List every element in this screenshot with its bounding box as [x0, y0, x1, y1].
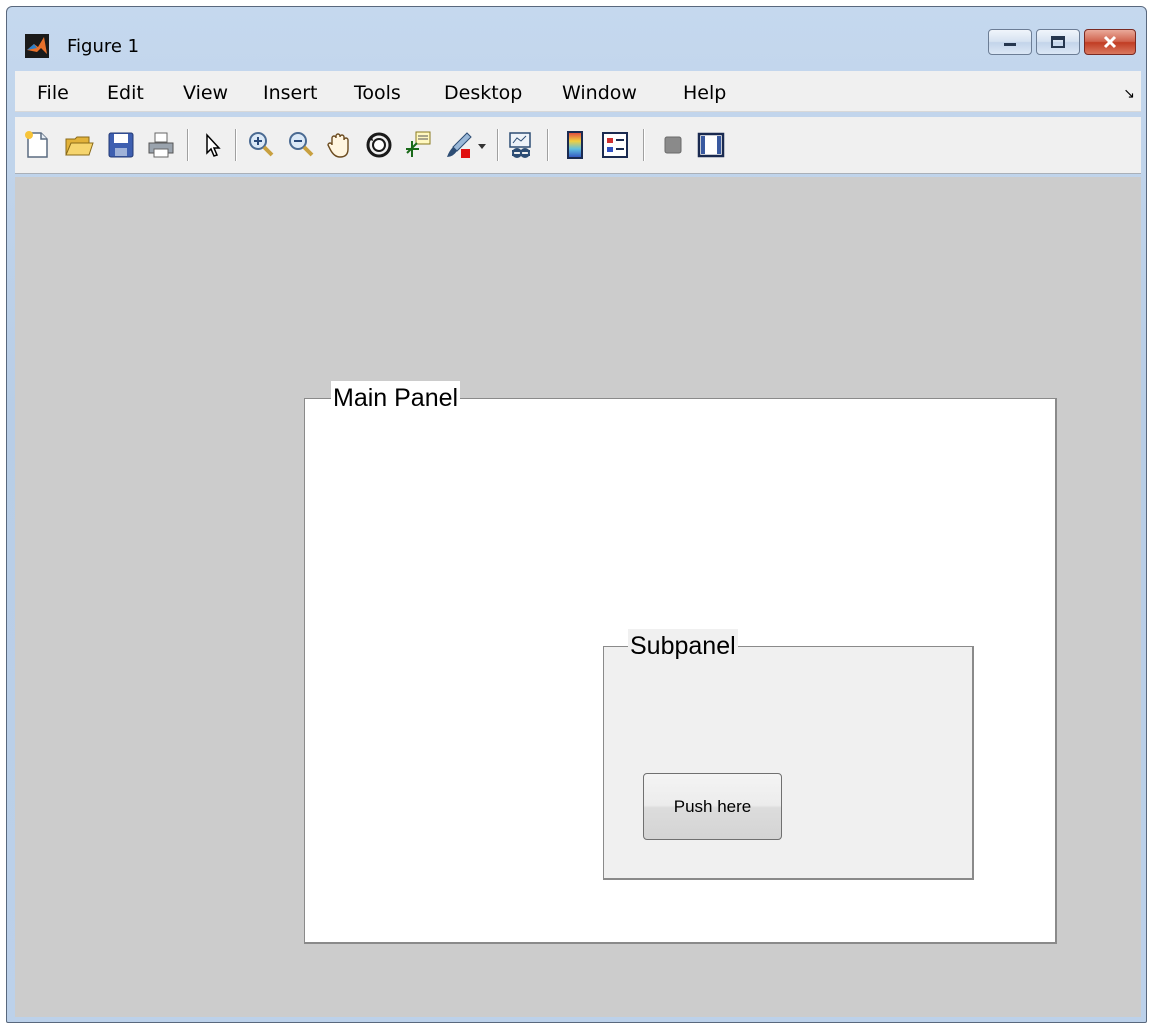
insert-legend-icon[interactable] — [599, 129, 631, 161]
show-plot-tools-icon[interactable] — [695, 129, 727, 161]
maximize-icon — [1051, 36, 1065, 48]
figure-canvas: Main Panel Subpanel Push here — [15, 177, 1141, 1017]
menu-desktop[interactable]: Desktop — [444, 82, 522, 104]
link-plot-icon[interactable] — [505, 129, 537, 161]
figure-toolbar — [15, 117, 1141, 174]
window-title: Figure 1 — [67, 36, 140, 57]
zoom-in-icon[interactable] — [245, 129, 277, 161]
open-file-icon[interactable] — [63, 129, 95, 161]
print-icon[interactable] — [145, 129, 177, 161]
menu-help[interactable]: Help — [683, 82, 726, 104]
main-panel-title: Main Panel — [331, 381, 461, 415]
menu-bar: File Edit View Insert Tools Desktop Wind… — [15, 71, 1141, 112]
menu-tools[interactable]: Tools — [354, 82, 401, 104]
matlab-logo-icon — [25, 34, 49, 58]
data-cursor-icon[interactable] — [403, 129, 435, 161]
sub-panel-title: Subpanel — [628, 629, 738, 663]
brush-dropdown-icon[interactable] — [475, 129, 489, 161]
toolbar-separator — [497, 129, 499, 161]
zoom-out-icon[interactable] — [285, 129, 317, 161]
maximize-button[interactable] — [1036, 29, 1080, 55]
toolbar-separator — [187, 129, 189, 161]
close-icon — [1103, 35, 1117, 49]
toolbar-separator — [547, 129, 549, 161]
menu-view[interactable]: View — [183, 82, 228, 104]
hide-plot-tools-icon[interactable] — [657, 129, 689, 161]
minimize-button[interactable] — [988, 29, 1032, 55]
rotate-3d-icon[interactable] — [363, 129, 395, 161]
figure-window: Figure 1 File Edit View Insert Tools Des… — [6, 6, 1147, 1023]
save-icon[interactable] — [105, 129, 137, 161]
toolbar-separator — [235, 129, 237, 161]
toolbar-separator — [643, 129, 645, 161]
close-button[interactable] — [1084, 29, 1136, 55]
push-here-button[interactable]: Push here — [643, 773, 782, 840]
dock-arrow-icon[interactable]: ↘ — [1123, 85, 1135, 102]
main-panel: Main Panel Subpanel Push here — [304, 381, 1057, 944]
menu-file[interactable]: File — [37, 82, 69, 104]
menu-edit[interactable]: Edit — [107, 82, 144, 104]
edit-plot-arrow-icon[interactable] — [197, 129, 229, 161]
insert-colorbar-icon[interactable] — [559, 129, 591, 161]
new-figure-icon[interactable] — [21, 129, 53, 161]
menu-insert[interactable]: Insert — [263, 82, 318, 104]
sub-panel: Subpanel Push here — [603, 629, 974, 880]
pan-hand-icon[interactable] — [323, 129, 355, 161]
minimize-icon — [1004, 43, 1016, 46]
menu-window[interactable]: Window — [562, 82, 637, 104]
brush-icon[interactable] — [443, 129, 475, 161]
title-bar[interactable]: Figure 1 — [7, 7, 1146, 65]
